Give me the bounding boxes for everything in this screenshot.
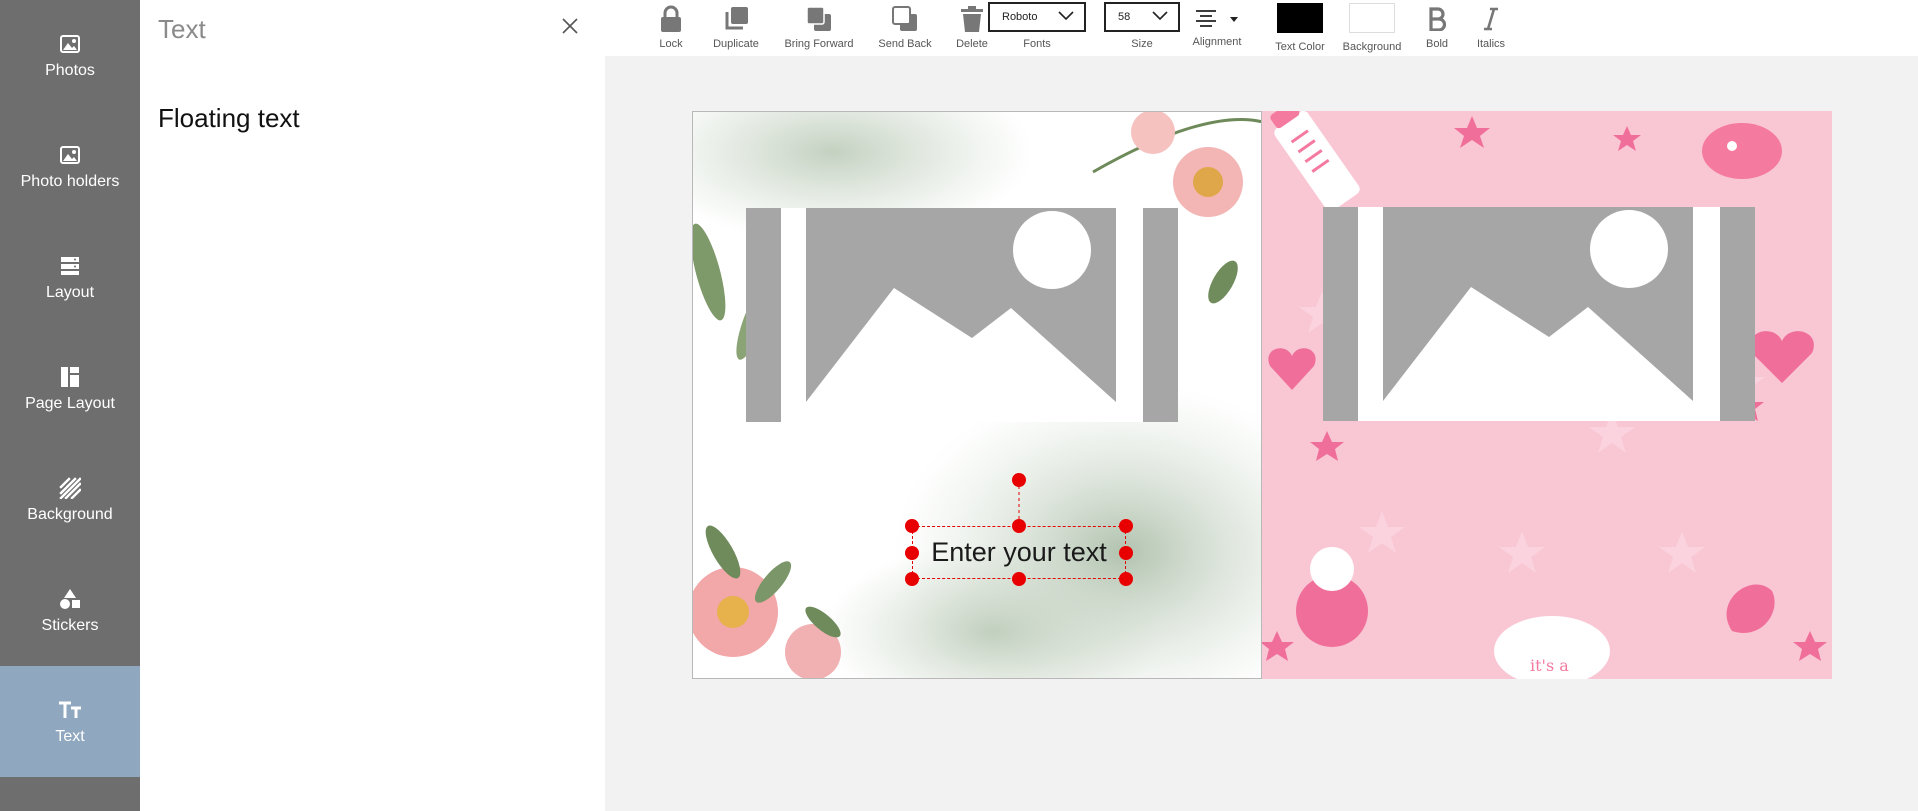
alignment-dropdown[interactable]: Alignment [1189,0,1245,56]
delete-label: Delete [956,38,988,50]
resize-handle-left[interactable] [905,546,919,560]
lock-button[interactable]: Lock [649,0,693,56]
right-page[interactable]: it's a [1262,111,1832,679]
text-color-button[interactable]: Text Color [1265,0,1335,56]
close-icon[interactable] [558,14,582,38]
bold-button[interactable]: Bold [1415,0,1459,56]
lock-icon [659,0,683,38]
photo-placeholder-right[interactable] [1323,207,1755,421]
italic-icon [1481,0,1501,38]
send-back-button[interactable]: Send Back [867,0,943,56]
text-panel: Text Floating text [140,0,605,811]
sidebar-item-photo-holders[interactable]: Photo holders [0,111,140,222]
bold-icon [1427,0,1447,38]
sidebar-item-label: Text [55,727,85,745]
sticker-text: it's a [1530,656,1569,675]
rotate-handle[interactable] [1012,473,1026,487]
sidebar-item-label: Layout [45,283,95,301]
sidebar-item-label: Photo holders [20,172,120,190]
bring-forward-label: Bring Forward [784,38,854,50]
sidebar-item-text[interactable]: Text [0,666,140,777]
sidebar-item-layout[interactable]: Layout [0,222,140,333]
size-label: Size [1131,38,1153,50]
text-color-label: Text Color [1275,41,1325,53]
text-color-swatch[interactable] [1277,3,1323,33]
alignment-label: Alignment [1192,36,1242,48]
stickers-icon [58,587,82,611]
lock-label: Lock [659,38,683,50]
background-icon [58,476,82,500]
bring-forward-button[interactable]: Bring Forward [771,0,867,56]
sidebar-item-label: Photos [45,61,95,79]
resize-handle-top-left[interactable] [905,519,919,533]
background-color-swatch[interactable] [1349,3,1395,33]
chevron-down-icon [1152,10,1168,24]
left-page[interactable]: Enter your text [692,111,1262,679]
photo-placeholder-left[interactable] [746,208,1178,422]
sidebar-item-stickers[interactable]: Stickers [0,555,140,666]
photo-holder-icon [58,143,82,167]
background-color-button[interactable]: Background [1337,0,1407,56]
sidebar-item-photos[interactable]: Photos [0,0,140,111]
resize-handle-bottom-left[interactable] [905,572,919,586]
resize-handle-bottom[interactable] [1012,572,1026,586]
layout-icon [58,254,82,278]
resize-handle-top-right[interactable] [1119,519,1133,533]
duplicate-icon [722,0,750,38]
bring-forward-icon [805,0,833,38]
send-back-label: Send Back [878,38,932,50]
resize-handle-bottom-right[interactable] [1119,572,1133,586]
design-canvas[interactable]: Enter your text it's a [692,111,1832,679]
resize-handle-top[interactable] [1012,519,1026,533]
bold-label: Bold [1425,38,1449,50]
sidebar-item-label: Background [27,505,113,523]
fonts-select[interactable]: Roboto [988,2,1086,32]
page-layout-icon [58,365,82,389]
sidebar-item-label: Stickers [41,616,99,634]
background-color-label: Background [1342,41,1402,53]
size-select[interactable]: 58 [1104,2,1180,32]
photo-icon [58,32,82,56]
toolbar: Lock Duplicate Bring Forward Send Back D… [605,0,1918,56]
text-box-content: Enter your text [931,537,1107,567]
fonts-label: Fonts [1023,38,1051,50]
sidebar-item-label: Page Layout [25,394,115,412]
font-value: Roboto [1002,11,1038,23]
panel-title: Text [158,14,206,44]
sidebar-item-page-layout[interactable]: Page Layout [0,333,140,444]
send-back-icon [891,0,919,38]
text-icon [58,698,82,722]
fonts-dropdown[interactable]: Roboto Fonts [987,0,1087,56]
sidebar-item-background[interactable]: Background [0,444,140,555]
italics-button[interactable]: Italics [1467,0,1515,56]
italics-label: Italics [1476,38,1506,50]
chevron-down-icon [1058,10,1074,24]
sidebar: Photos Photo holders Layout Page Layout … [0,0,140,811]
align-center-icon [1194,0,1240,36]
size-dropdown[interactable]: 58 Size [1103,0,1181,56]
duplicate-label: Duplicate [713,38,759,50]
size-value: 58 [1118,11,1131,23]
floating-text-option[interactable]: Floating text [158,103,300,134]
duplicate-button[interactable]: Duplicate [701,0,771,56]
resize-handle-right[interactable] [1119,546,1133,560]
trash-icon [960,0,984,38]
